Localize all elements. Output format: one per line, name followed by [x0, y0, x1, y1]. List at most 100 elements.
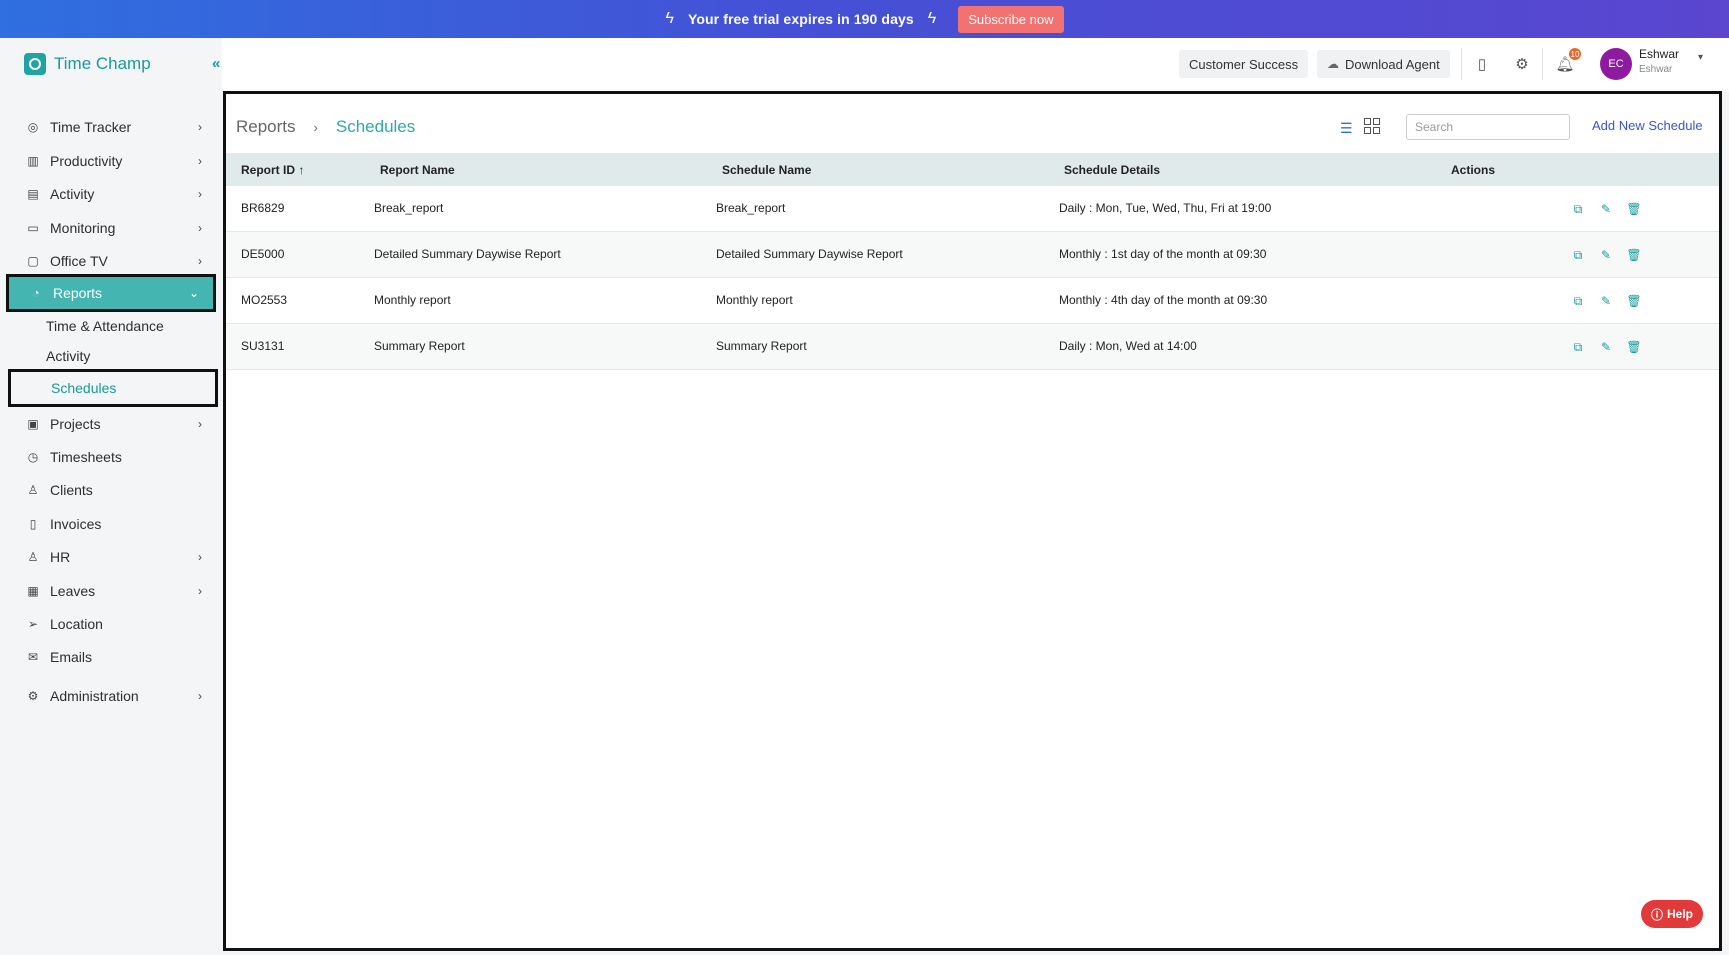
download-agent-label: Download Agent — [1345, 56, 1440, 72]
sidebar-item-emails[interactable]: ✉ Emails — [6, 640, 216, 674]
schedule-details: Monthly : 1st day of the month at 09:30 — [1059, 247, 1267, 261]
edit-icon[interactable]: ✎ — [1599, 340, 1613, 354]
caret-down-icon[interactable]: ▾ — [1698, 52, 1703, 63]
settings-icon[interactable]: ⚙ — [1512, 54, 1532, 74]
sidebar-item-label: Activity — [50, 186, 95, 202]
sidebar-item-administration[interactable]: ⚙ Administration › — [6, 679, 216, 713]
trash-icon[interactable]: 🗑︎ — [1626, 202, 1641, 216]
schedule-details: Monthly : 4th day of the month at 09:30 — [1059, 293, 1268, 307]
sidebar-item-label: Invoices — [50, 516, 102, 532]
schedule-name: Monthly report — [716, 293, 793, 307]
add-new-schedule-button[interactable]: Add New Schedule — [1592, 118, 1703, 133]
sidebar-subitem-schedules[interactable]: Schedules — [8, 369, 218, 407]
sidebar-item-monitoring[interactable]: ▭ Monitoring › — [6, 211, 216, 245]
help-button[interactable]: ⓘ Help — [1641, 900, 1703, 928]
document-icon[interactable]: ▯ — [1472, 54, 1492, 74]
chevron-right-icon: › — [198, 689, 202, 703]
sidebar-subitem-label: Activity — [46, 348, 91, 364]
sidebar-item-label: Administration — [50, 688, 139, 704]
sidebar-item-projects[interactable]: ▣ Projects › — [6, 407, 216, 441]
list-view-icon[interactable]: ☰ — [1340, 120, 1353, 137]
sidebar-item-label: Reports — [53, 285, 103, 301]
sidebar-item-label: Productivity — [50, 153, 123, 169]
sidebar-item-invoices[interactable]: ▯ Invoices — [6, 507, 216, 541]
edit-icon[interactable]: ✎ — [1599, 294, 1613, 308]
report-id: DE5000 — [241, 247, 285, 261]
briefcase-icon: ▣ — [27, 417, 39, 431]
trash-icon[interactable]: 🗑︎ — [1626, 294, 1641, 308]
search-input[interactable] — [1406, 114, 1570, 140]
sidebar-item-clients[interactable]: ♙ Clients — [6, 473, 216, 507]
trash-icon[interactable]: 🗑︎ — [1626, 248, 1641, 262]
report-name: Monthly report — [374, 293, 451, 307]
table-row: DE5000 Detailed Summary Daywise Report D… — [226, 232, 1719, 278]
sidebar-item-office-tv[interactable]: ▢ Office TV › — [6, 244, 216, 278]
collapse-sidebar-icon[interactable]: « — [212, 55, 220, 72]
copy-icon[interactable]: ⧉ — [1571, 202, 1585, 216]
sidebar-item-label: Time Tracker — [50, 119, 132, 135]
copy-icon[interactable]: ⧉ — [1571, 294, 1585, 308]
sidebar-item-label: Projects — [50, 416, 101, 432]
column-report-id[interactable]: Report ID ↑ — [241, 163, 304, 177]
copy-icon[interactable]: ⧉ — [1571, 248, 1585, 262]
download-agent-button[interactable]: ☁ Download Agent — [1317, 50, 1450, 78]
report-name: Break_report — [374, 201, 444, 215]
sidebar-item-reports[interactable]: ◔ Reports ⌄ — [6, 274, 216, 312]
column-schedule-details: Schedule Details — [1064, 163, 1161, 177]
sidebar-item-label: Monitoring — [50, 220, 116, 236]
cloud-download-icon: ☁ — [1327, 57, 1339, 71]
subscribe-button[interactable]: Subscribe now — [958, 5, 1064, 33]
table-row: MO2553 Monthly report Monthly report Mon… — [226, 278, 1719, 324]
brand-name: Time Champ — [54, 54, 151, 73]
schedule-details: Daily : Mon, Tue, Wed, Thu, Fri at 19:00 — [1059, 201, 1272, 215]
trial-banner: ϟ Your free trial expires in 190 days ϟ … — [0, 0, 1729, 38]
report-id: SU3131 — [241, 339, 285, 353]
lightning-icon: ϟ — [665, 10, 674, 27]
clock-logo-icon — [24, 53, 46, 75]
edit-icon[interactable]: ✎ — [1599, 248, 1613, 262]
divider — [1542, 48, 1543, 80]
chevron-right-icon: › — [313, 119, 318, 135]
chevron-right-icon: › — [198, 187, 202, 201]
sidebar-item-activity[interactable]: ▤ Activity › — [6, 177, 216, 211]
sidebar-item-label: Clients — [50, 482, 93, 498]
row-actions: ⧉ ✎ 🗑︎ — [1571, 202, 1642, 217]
sidebar-item-label: Office TV — [50, 253, 108, 269]
calendar-icon: ▦ — [27, 584, 39, 598]
sidebar-item-hr[interactable]: ♙ HR › — [6, 540, 216, 574]
report-name: Summary Report — [374, 339, 465, 353]
sidebar-subitem-activity[interactable]: Activity — [6, 339, 216, 373]
chevron-down-icon: ⌄ — [188, 286, 199, 300]
gear-icon: ⚙ — [27, 689, 39, 703]
grid-view-icon[interactable] — [1364, 118, 1380, 134]
brand-logo[interactable]: Time Champ — [24, 53, 151, 75]
sidebar-item-time-tracker[interactable]: ◎ Time Tracker › — [6, 110, 216, 144]
user-name[interactable]: Eshwar — [1639, 47, 1679, 61]
chevron-right-icon: › — [198, 550, 202, 564]
report-id: BR6829 — [241, 201, 285, 215]
sort-arrow-icon: ↑ — [298, 163, 305, 177]
table-row: SU3131 Summary Report Summary Report Dai… — [226, 324, 1719, 370]
breadcrumb-reports[interactable]: Reports — [236, 117, 296, 137]
sidebar-item-location[interactable]: ➢ Location — [6, 607, 216, 641]
tv-icon: ▢ — [27, 254, 39, 268]
sidebar-item-leaves[interactable]: ▦ Leaves › — [6, 574, 216, 608]
top-bar: Customer Success ☁ Download Agent ▯ ⚙ 🔔︎… — [222, 38, 1729, 92]
avatar[interactable]: EC — [1600, 48, 1632, 80]
schedule-name: Detailed Summary Daywise Report — [716, 247, 903, 261]
pie-chart-icon: ◔ — [32, 286, 40, 300]
sidebar-item-productivity[interactable]: ▥ Productivity › — [6, 144, 216, 178]
customer-success-button[interactable]: Customer Success — [1179, 50, 1309, 78]
row-actions: ⧉ ✎ 🗑︎ — [1571, 294, 1642, 309]
table-header: Report ID ↑ Report Name Schedule Name Sc… — [226, 153, 1719, 186]
sidebar-subitem-time-attendance[interactable]: Time & Attendance — [6, 309, 216, 343]
copy-icon[interactable]: ⧉ — [1571, 340, 1585, 354]
sidebar-item-label: Leaves — [50, 583, 96, 599]
table-row: BR6829 Break_report Break_report Daily :… — [226, 186, 1719, 232]
report-name: Detailed Summary Daywise Report — [374, 247, 561, 261]
edit-icon[interactable]: ✎ — [1599, 202, 1613, 216]
trash-icon[interactable]: 🗑︎ — [1626, 340, 1641, 354]
sidebar-item-timesheets[interactable]: ◷ Timesheets — [6, 440, 216, 474]
main-panel: Reports › Schedules ☰ Add New Schedule R… — [223, 91, 1722, 951]
bell-icon[interactable]: 🔔︎ 10 — [1555, 48, 1581, 74]
